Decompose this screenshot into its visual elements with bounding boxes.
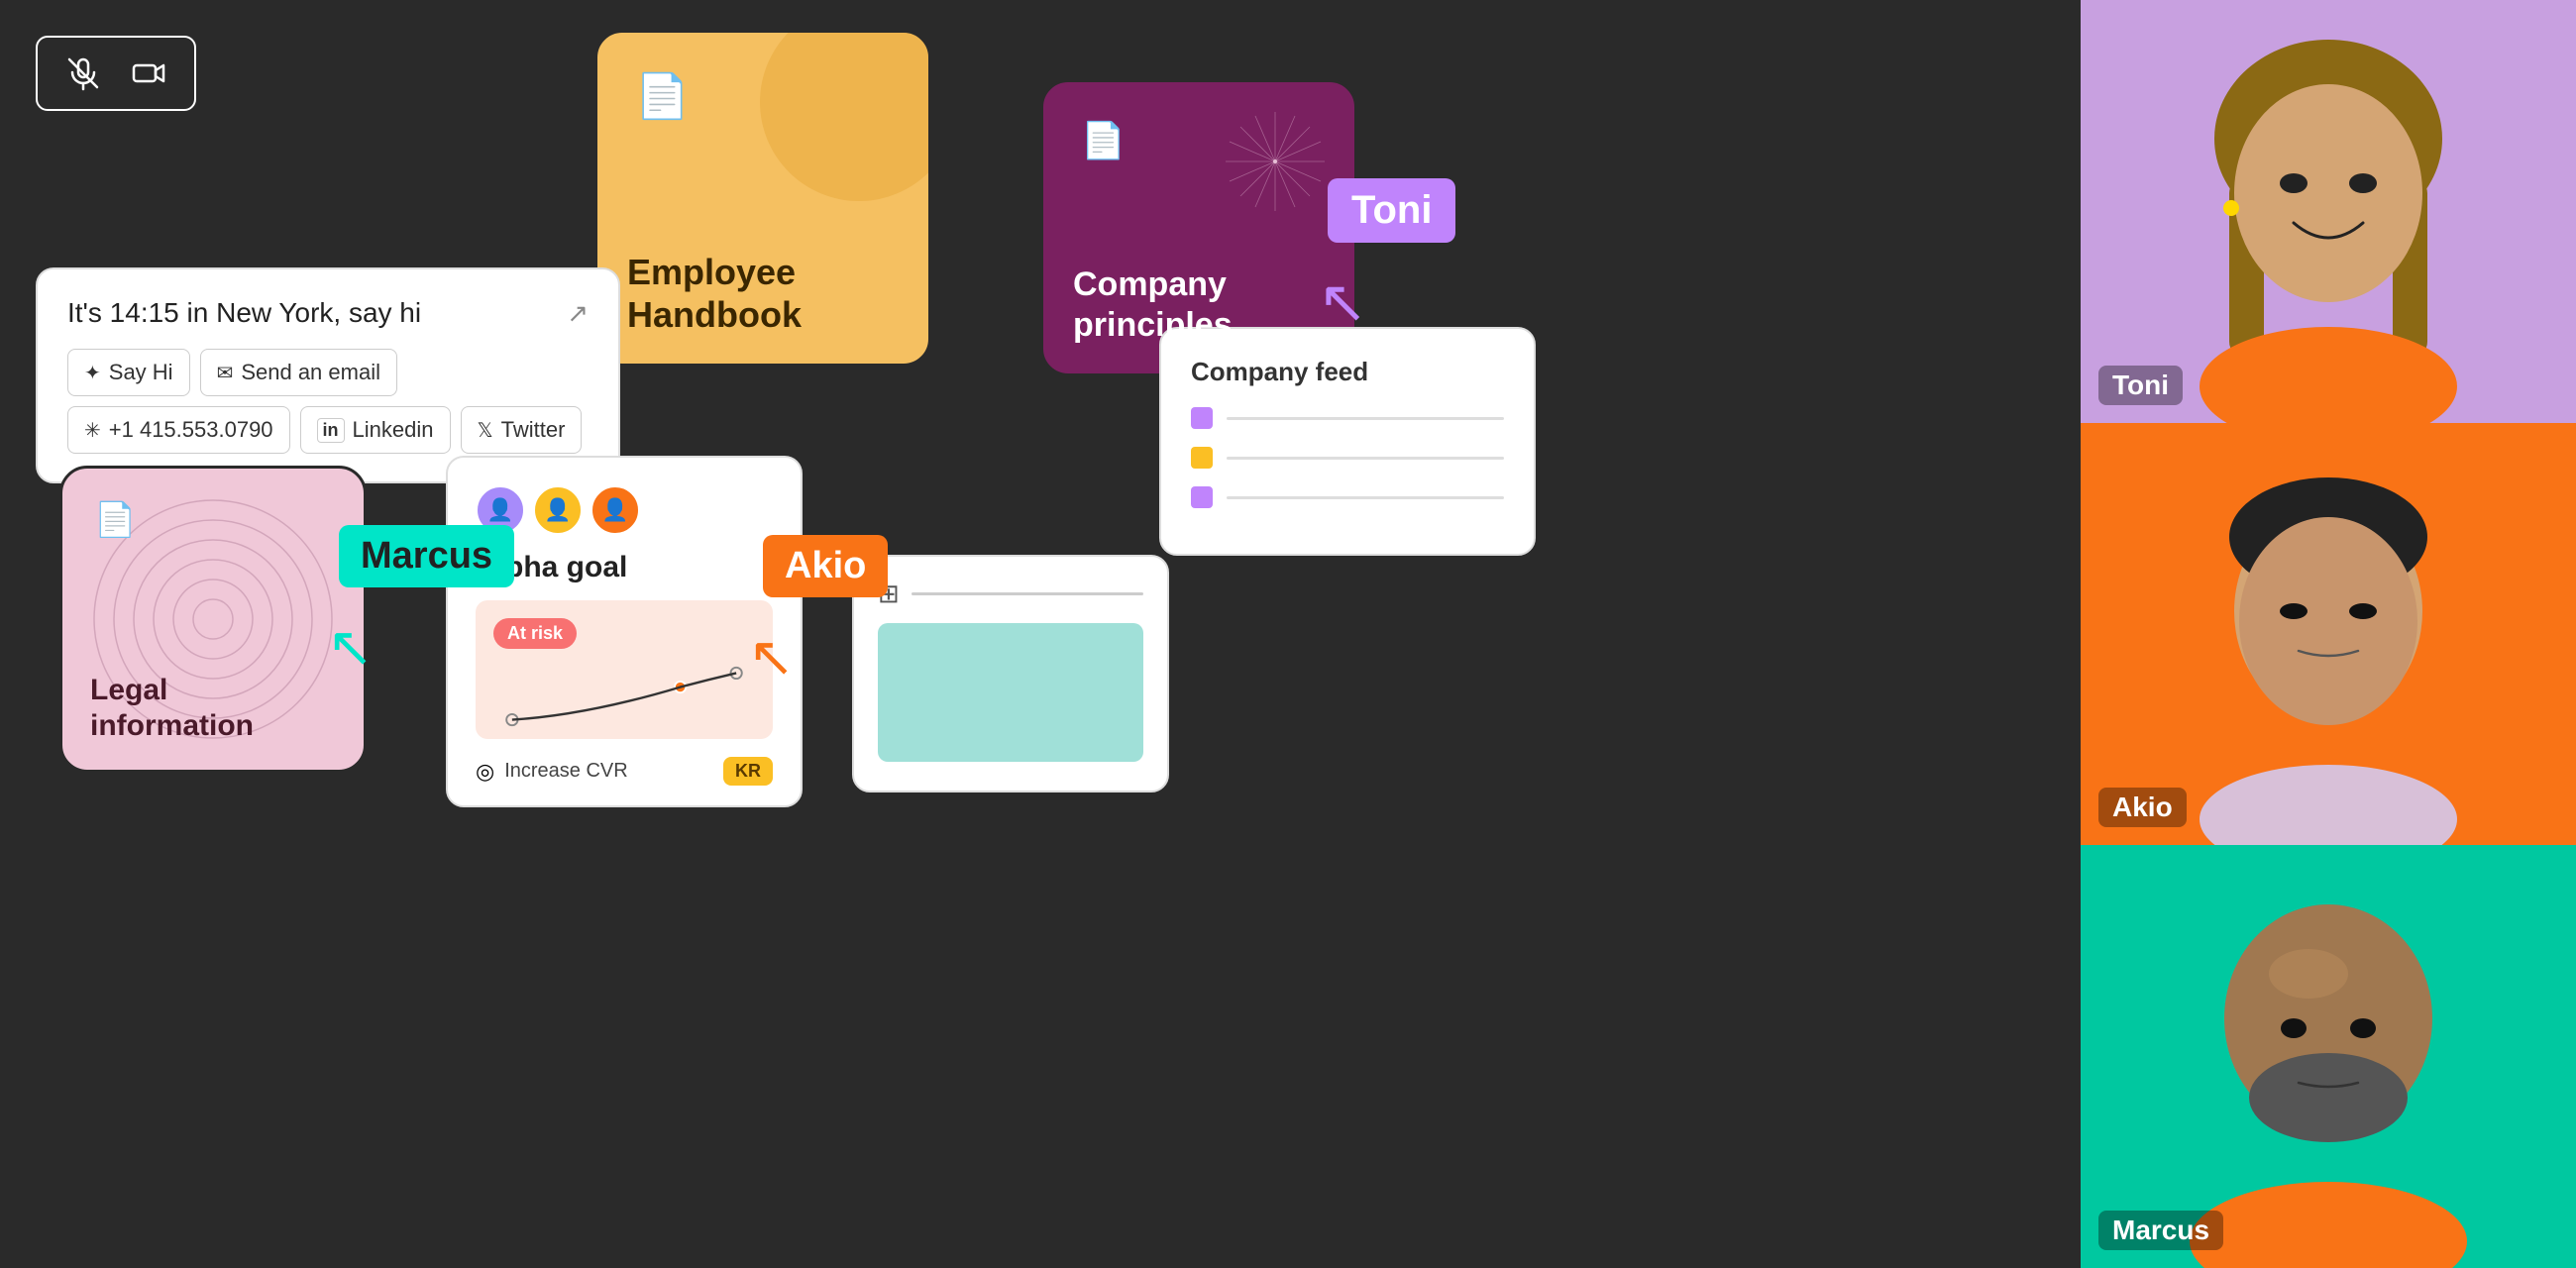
- email-icon: ✉: [217, 361, 234, 385]
- avatar-3: 👤: [590, 485, 640, 535]
- camera-button[interactable]: [121, 50, 176, 97]
- time-display: It's 14:15 in New York, say hi ↗: [67, 297, 589, 329]
- feed-item-3: [1191, 486, 1504, 508]
- legal-card[interactable]: 📄 Legal information: [59, 466, 367, 773]
- akio-label: Akio: [2098, 788, 2187, 827]
- right-video-panel: Toni Akio: [2081, 0, 2576, 1268]
- feed-line-1: [1227, 417, 1504, 420]
- avatar-2: 👤: [533, 485, 583, 535]
- feed-title: Company feed: [1191, 357, 1504, 387]
- principles-title: Company principles: [1073, 264, 1325, 346]
- twitter-icon: 𝕏: [478, 418, 493, 443]
- feed-item-1: [1191, 407, 1504, 429]
- sayhi-arrow-link[interactable]: ↗: [567, 298, 589, 329]
- media-controls: [36, 36, 196, 111]
- feed-line-2: [1227, 457, 1504, 460]
- sayhi-icon: ✦: [84, 361, 101, 385]
- marcus-illustration: [2081, 845, 2576, 1268]
- toni-video-cell: Toni: [2081, 0, 2576, 423]
- phone-btn[interactable]: ✳ +1 415.553.0790: [67, 406, 290, 454]
- feed-dot-2: [1191, 447, 1213, 469]
- marcus-video-cell: Marcus: [2081, 845, 2576, 1268]
- sayhi-btn[interactable]: ✦ Say Hi: [67, 349, 190, 396]
- mic-button[interactable]: [55, 50, 111, 97]
- phone-icon: ✳: [84, 418, 101, 443]
- handbook-icon: 📄: [635, 70, 690, 122]
- linkedin-icon: in: [317, 418, 345, 443]
- chart-area: At risk: [476, 600, 773, 739]
- avatar-group: 👤 👤 👤: [476, 485, 773, 535]
- akio-illustration: [2081, 423, 2576, 846]
- alpha-goal-icon: ◎: [476, 759, 494, 785]
- alpha-bottom-row: ◎ Increase CVR KR: [476, 751, 773, 786]
- principles-icon: 📄: [1081, 120, 1126, 161]
- sayhi-buttons: ✦ Say Hi ✉ Send an email ✳ +1 415.553.07…: [67, 349, 589, 454]
- goal-title: Alpha goal: [476, 551, 773, 584]
- toni-label: Toni: [2098, 366, 2183, 405]
- kr-badge: KR: [723, 757, 773, 786]
- legal-icon: 📄: [94, 500, 136, 540]
- starburst-decoration: [1216, 102, 1335, 221]
- akio-video-cell: Akio: [2081, 423, 2576, 846]
- linkedin-btn[interactable]: in Linkedin: [300, 406, 451, 454]
- handbook-title: Employee Handbook: [627, 251, 899, 336]
- send-email-btn[interactable]: ✉ Send an email: [200, 349, 397, 396]
- marcus-label: Marcus: [2098, 1211, 2223, 1250]
- handbook-card[interactable]: 📄 Employee Handbook: [594, 30, 931, 367]
- marcus-cursor: ↖: [327, 614, 374, 680]
- at-risk-badge: At risk: [493, 618, 577, 649]
- principles-card[interactable]: 📄 Company principles: [1040, 79, 1357, 376]
- teal-content-box: [878, 623, 1143, 762]
- twitter-btn[interactable]: 𝕏 Twitter: [461, 406, 583, 454]
- akio-cursor: ↖: [748, 624, 795, 689]
- table-sheet-card[interactable]: ⊞: [852, 555, 1169, 792]
- table-title-line: [912, 592, 1143, 595]
- feed-line-3: [1227, 496, 1504, 499]
- marcus-tooltip: Marcus: [339, 525, 514, 587]
- alpha-label: Increase CVR: [504, 760, 713, 783]
- feed-dot-3: [1191, 486, 1213, 508]
- feed-dot-1: [1191, 407, 1213, 429]
- goal-chart: [493, 657, 755, 736]
- toni-illustration: [2081, 0, 2576, 423]
- feed-card[interactable]: Company feed: [1159, 327, 1536, 556]
- table-header: ⊞: [878, 579, 1143, 609]
- legal-title: Legal information: [90, 673, 336, 744]
- toni-tooltip: Toni: [1328, 178, 1455, 243]
- toni-cursor: ↖: [1318, 267, 1367, 337]
- akio-tooltip: Akio: [763, 535, 888, 597]
- feed-item-2: [1191, 447, 1504, 469]
- sayhi-card: It's 14:15 in New York, say hi ↗ ✦ Say H…: [36, 267, 620, 483]
